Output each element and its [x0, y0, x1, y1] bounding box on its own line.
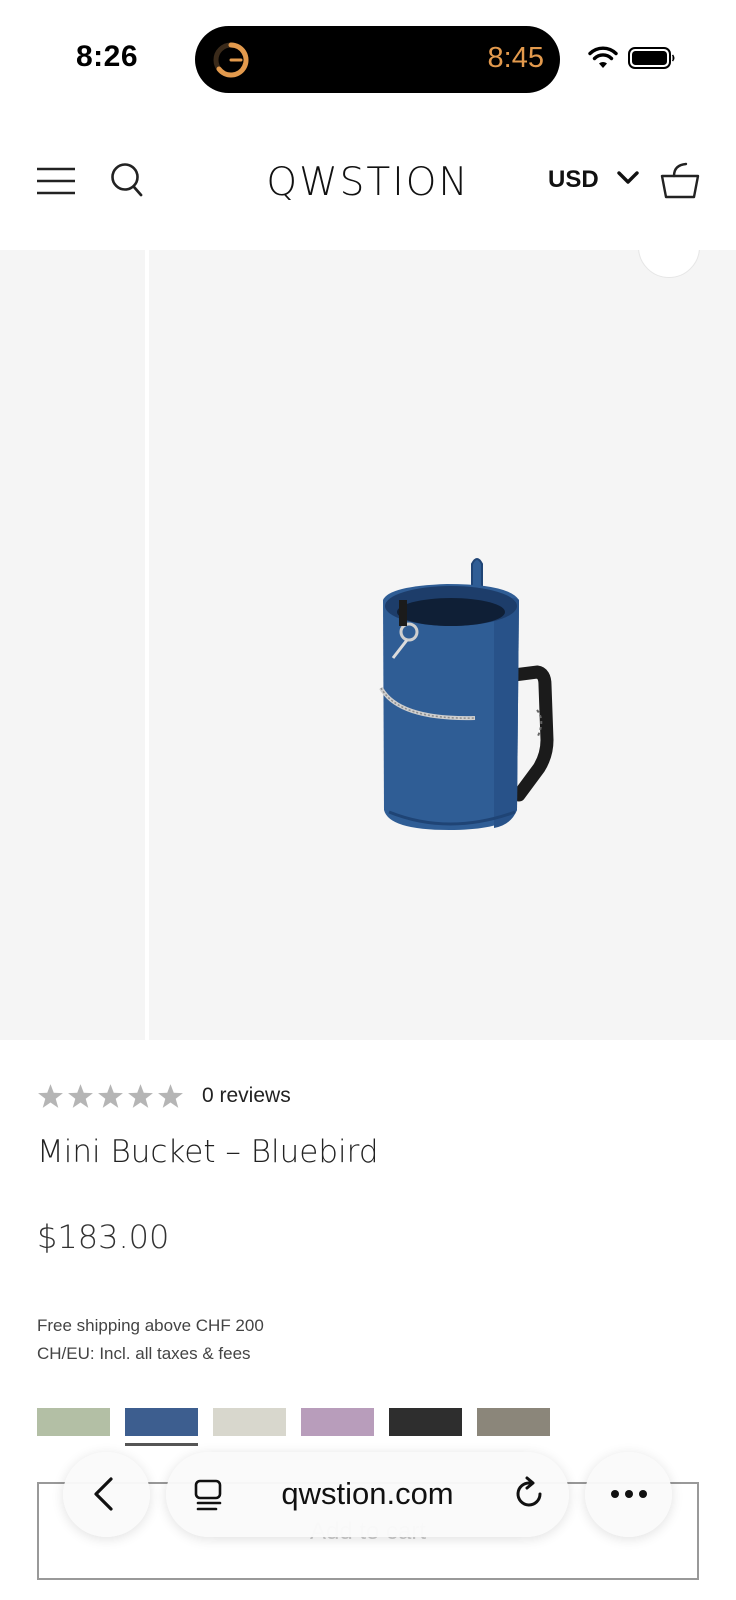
island-time: 8:45	[487, 42, 544, 74]
color-swatch-4[interactable]	[301, 1408, 374, 1436]
timer-icon	[213, 42, 249, 78]
cart-icon[interactable]	[660, 162, 700, 200]
star-icon	[158, 1084, 183, 1108]
color-swatch-5[interactable]	[389, 1408, 462, 1436]
color-swatch-1[interactable]	[37, 1408, 110, 1436]
reload-icon[interactable]	[513, 1476, 547, 1512]
color-swatch-6[interactable]	[477, 1408, 550, 1436]
browser-address-bar[interactable]: qwstion.com	[166, 1452, 569, 1537]
url-text[interactable]: qwstion.com	[166, 1476, 569, 1512]
status-bar: 8:26 8:45	[0, 0, 736, 120]
battery-icon	[628, 47, 675, 69]
star-icon	[38, 1084, 63, 1108]
browser-more-button[interactable]	[585, 1452, 672, 1537]
color-swatches	[37, 1408, 550, 1446]
star-icon	[98, 1084, 123, 1108]
rating-stars	[37, 1083, 184, 1109]
chevron-down-icon[interactable]	[617, 170, 639, 186]
wifi-icon	[588, 46, 618, 68]
status-time: 8:26	[76, 40, 139, 73]
product-price: $183.00	[37, 1218, 170, 1256]
star-icon	[68, 1084, 93, 1108]
wishlist-button[interactable]	[638, 250, 700, 278]
shipping-line-2: CH/EU: Incl. all taxes & fees	[37, 1344, 251, 1363]
back-icon	[94, 1477, 113, 1511]
color-swatch-3[interactable]	[213, 1408, 286, 1436]
browser-back-button[interactable]	[63, 1452, 150, 1537]
product-rating[interactable]: 0 reviews	[37, 1082, 291, 1110]
shipping-info: Free shipping above CHF 200 CH/EU: Incl.…	[37, 1312, 264, 1368]
product-title: Mini Bucket – Bluebird	[37, 1134, 379, 1170]
gallery-previous-image[interactable]	[0, 250, 145, 1040]
star-icon	[128, 1084, 153, 1108]
product-gallery[interactable]	[0, 250, 736, 1040]
gallery-main-image[interactable]	[149, 250, 736, 1040]
reviews-count[interactable]: 0 reviews	[202, 1084, 291, 1108]
bucket-bag-image	[379, 558, 554, 830]
dynamic-island[interactable]: 8:45	[195, 26, 560, 93]
more-icon	[611, 1490, 647, 1498]
currency-selector[interactable]: USD	[548, 166, 599, 194]
site-header: QWSTION USD	[0, 120, 736, 250]
color-swatch-2[interactable]	[125, 1408, 198, 1446]
shipping-line-1: Free shipping above CHF 200	[37, 1316, 264, 1335]
